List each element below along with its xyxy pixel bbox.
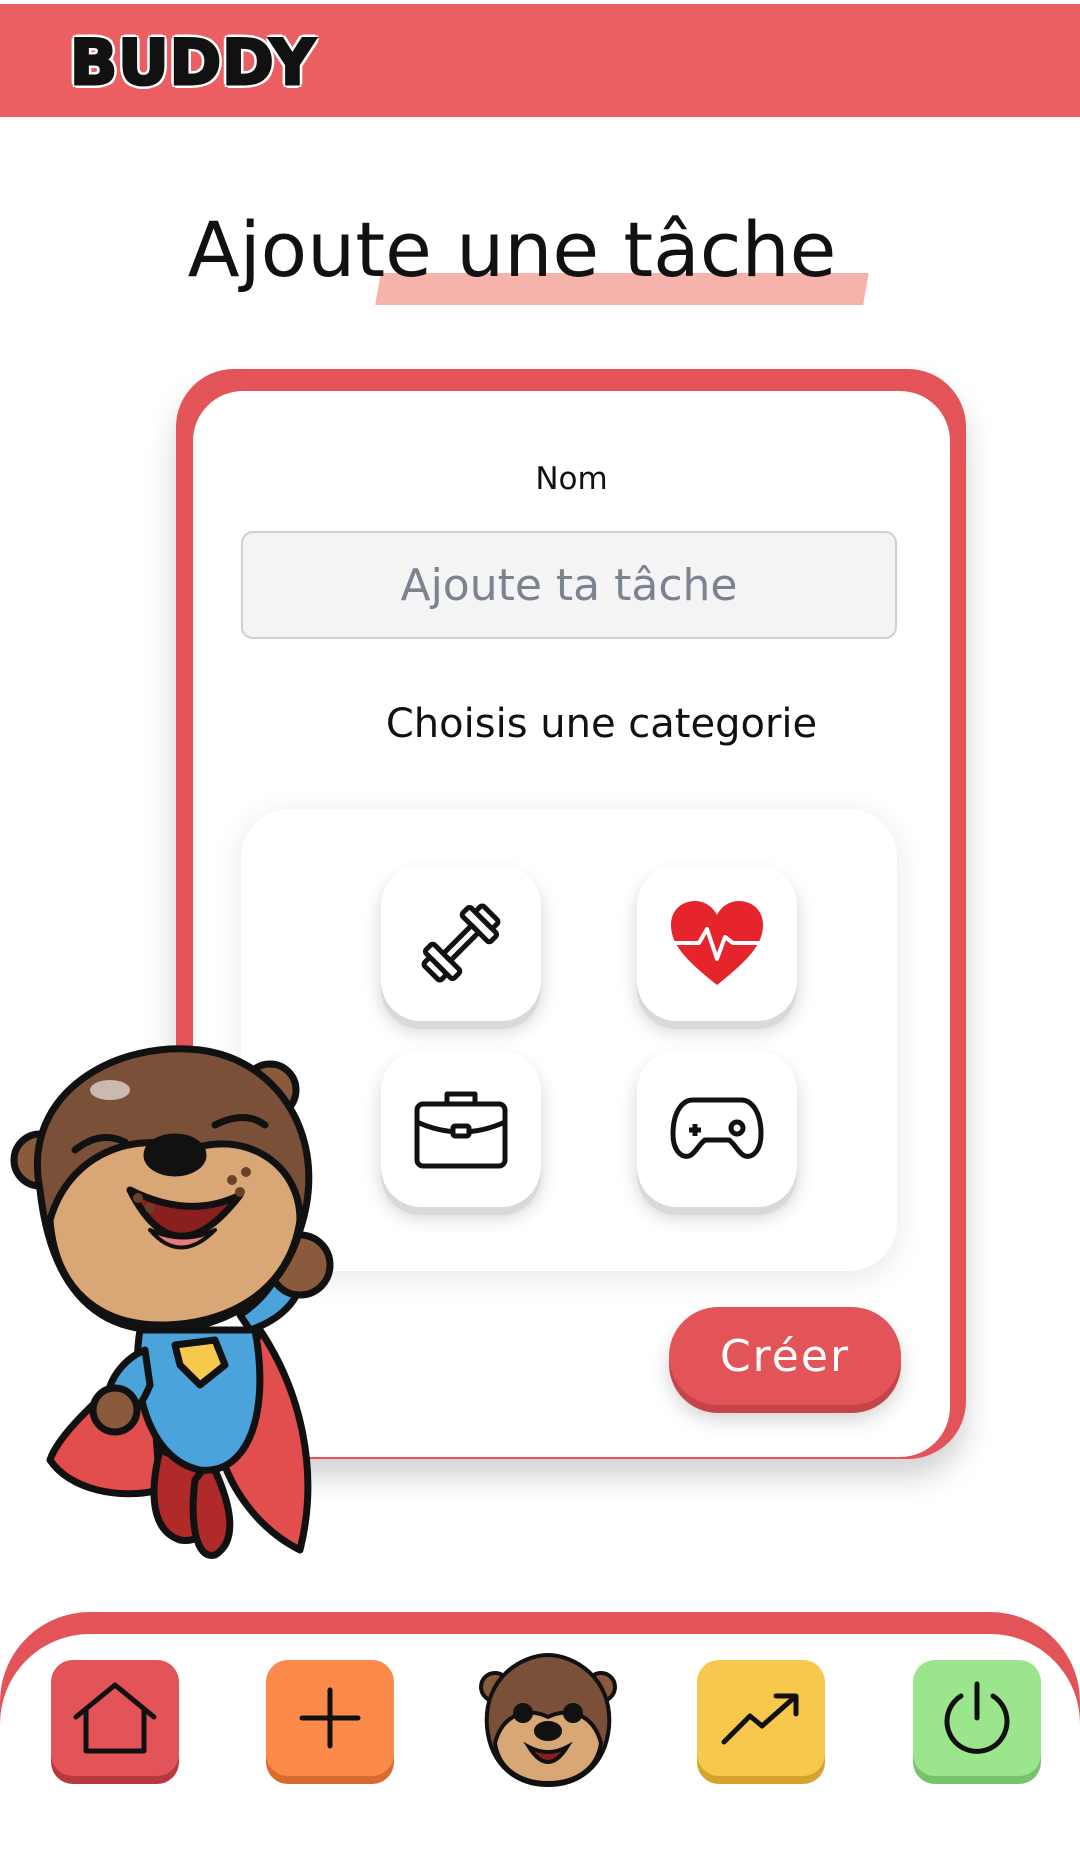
buddy-logo[interactable]: BUDDY (69, 25, 317, 101)
top-header: BUDDY (0, 4, 1080, 117)
home-icon (73, 1682, 157, 1754)
nav-logout-button[interactable] (913, 1660, 1041, 1776)
category-label: Choisis une categorie (385, 701, 818, 747)
task-name-input[interactable] (241, 531, 897, 639)
otter-avatar-icon (479, 1652, 617, 1788)
title-area: Ajoute une tâche (0, 205, 1080, 325)
name-label: Nom (535, 461, 608, 497)
category-games-button[interactable] (637, 1051, 797, 1207)
plus-icon (299, 1687, 361, 1749)
otter-mascot-illustration (10, 1045, 334, 1559)
category-sport-button[interactable] (381, 865, 541, 1021)
nav-home-button[interactable] (51, 1660, 179, 1776)
create-button[interactable]: Créer (669, 1307, 901, 1405)
category-work-button[interactable] (381, 1051, 541, 1207)
nav-add-button[interactable] (266, 1660, 394, 1776)
category-health-button[interactable] (637, 865, 797, 1021)
heart-pulse-icon (671, 901, 763, 985)
power-icon (944, 1681, 1010, 1754)
nav-profile-avatar[interactable] (468, 1645, 628, 1795)
page-title: Ajoute une tâche (187, 205, 837, 294)
gamepad-icon (670, 1097, 764, 1159)
briefcase-icon (414, 1091, 508, 1169)
trending-up-icon (721, 1693, 799, 1745)
dumbbell-icon (421, 903, 501, 983)
nav-stats-button[interactable] (697, 1660, 825, 1776)
